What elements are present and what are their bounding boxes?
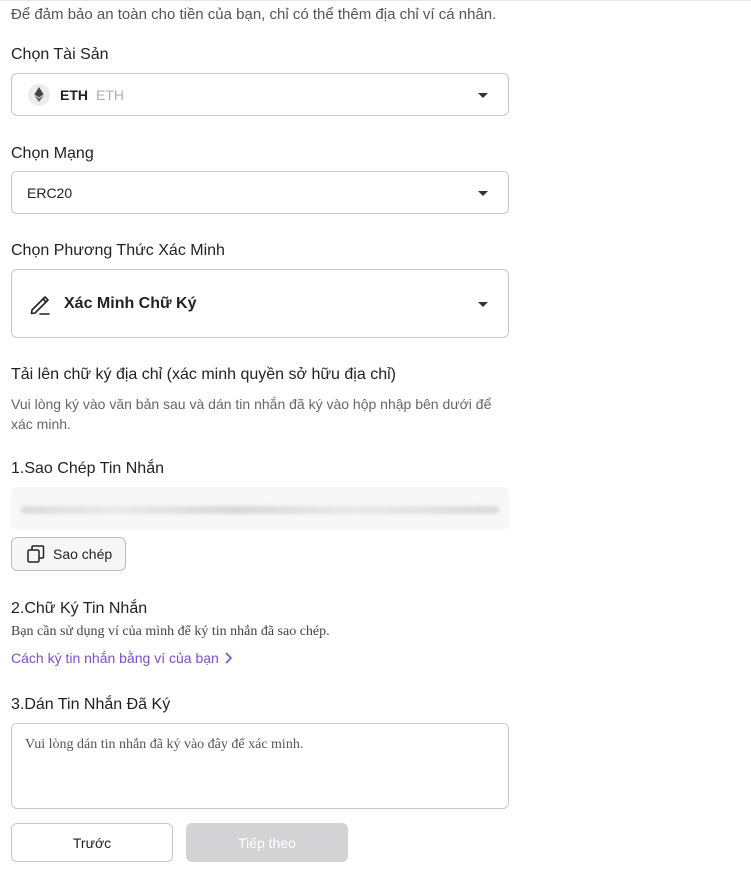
upload-section-description: Vui lòng ký vào văn bản sau và dán tin n…: [11, 396, 492, 432]
network-select[interactable]: ERC20: [11, 171, 509, 214]
chevron-down-icon: [478, 190, 488, 196]
upload-section-title: Tải lên chữ ký địa chỉ (xác minh quyền s…: [11, 366, 396, 383]
step2-title: 2.Chữ Ký Tin Nhắn: [11, 600, 148, 617]
chevron-down-icon: [478, 92, 488, 98]
prev-button-label: Trước: [72, 834, 112, 851]
asset-select[interactable]: ETH ETH: [11, 73, 509, 116]
verify-method-label: Chọn Phương Thức Xác Minh: [11, 242, 225, 259]
next-button[interactable]: Tiếp theo: [186, 823, 348, 862]
signed-message-placeholder: Vui lòng dán tin nhắn đã ký vào đây để x…: [25, 737, 304, 752]
copy-button[interactable]: Sao chép: [11, 537, 126, 571]
next-button-label: Tiếp theo: [238, 834, 296, 851]
asset-symbol: ETH: [60, 86, 88, 103]
asset-label: Chọn Tài Sản: [11, 46, 109, 63]
message-box: [11, 487, 509, 530]
top-divider: [0, 0, 751, 1]
how-to-sign-link[interactable]: Cách ký tin nhắn bằng ví của bạn: [11, 650, 232, 666]
intro-text: Để đảm bảo an toàn cho tiền của bạn, chỉ…: [11, 6, 497, 23]
chevron-right-icon: [224, 652, 232, 664]
asset-name: ETH: [96, 86, 124, 103]
copy-button-label: Sao chép: [53, 546, 113, 562]
step2-description: Bạn cần sử dụng ví của mình để ký tin nh…: [11, 624, 330, 639]
chevron-down-icon: [478, 301, 488, 307]
verify-method-value: Xác Minh Chữ Ký: [64, 294, 197, 312]
copy-icon: [27, 545, 45, 563]
step1-title: 1.Sao Chép Tin Nhắn: [11, 460, 164, 477]
network-label: Chọn Mạng: [11, 145, 94, 162]
network-value: ERC20: [27, 184, 73, 201]
signed-message-input[interactable]: Vui lòng dán tin nhắn đã ký vào đây để x…: [11, 723, 509, 809]
prev-button[interactable]: Trước: [11, 823, 173, 862]
step3-title: 3.Dán Tin Nhắn Đã Ký: [11, 696, 171, 713]
ethereum-icon: [28, 83, 50, 106]
pen-icon: [28, 292, 52, 316]
blurred-message: [21, 506, 499, 514]
verify-method-select[interactable]: Xác Minh Chữ Ký: [11, 269, 509, 338]
how-to-sign-link-label: Cách ký tin nhắn bằng ví của bạn: [11, 650, 219, 666]
